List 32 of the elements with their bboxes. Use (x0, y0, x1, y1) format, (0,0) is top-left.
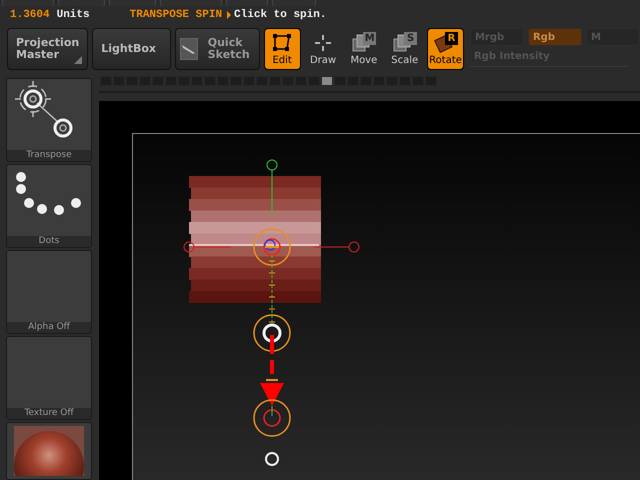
mode-name: TRANSPOSE SPIN (130, 9, 222, 21)
hotkey-badge: R (444, 32, 458, 45)
dots-icon (16, 172, 81, 216)
tray-tile[interactable]: Transpose (6, 78, 92, 162)
units-value: 1.3604 (10, 9, 50, 21)
tile-label: Alpha Off (7, 322, 91, 333)
toolbar-button[interactable]: Quick Sketch (174, 28, 260, 70)
hint-text: Click to spin. (234, 9, 326, 21)
tool-button[interactable]: R Rotate (427, 28, 464, 70)
tray-tile[interactable]: Texture Off (6, 336, 92, 420)
hotkey-badge: S (404, 32, 418, 45)
tile-label: Texture Off (7, 408, 91, 418)
crosshair-icon (313, 33, 334, 53)
brush-icon (180, 43, 197, 55)
history-step[interactable] (321, 76, 333, 86)
edit-icon (271, 33, 294, 53)
hotkey-badge: M (363, 32, 376, 45)
transpose-icon (14, 80, 72, 138)
tray-tile[interactable]: Dots (6, 164, 92, 248)
tool-button[interactable]: Draw (304, 28, 342, 70)
tray-tile[interactable]: Alpha Off (6, 250, 92, 334)
pointer-icon (227, 11, 232, 19)
toolbar-button[interactable]: Projection Master (7, 28, 88, 70)
tile-label: Dots (7, 236, 91, 247)
tool-button[interactable]: Edit (264, 28, 301, 70)
color-mode-button[interactable]: Rgb (528, 28, 582, 46)
units-label: Units (56, 9, 90, 21)
toolbar-button[interactable]: LightBox (92, 28, 171, 70)
tray-tile[interactable] (6, 422, 92, 480)
tool-button[interactable]: S Scale (386, 28, 424, 70)
tool-button[interactable]: M Move (345, 28, 382, 70)
tile-label: Transpose (7, 150, 91, 161)
